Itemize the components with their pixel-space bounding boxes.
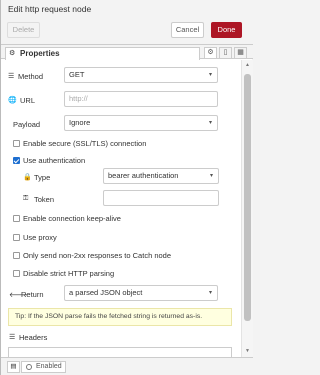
method-select[interactable]: GET ▾ [64, 67, 218, 83]
content-scrollbar[interactable]: ▲ ▼ [241, 60, 253, 357]
keep-alive-checkbox[interactable] [13, 215, 20, 222]
enable-secure-label: Enable secure (SSL/TLS) connection [23, 139, 147, 148]
chevron-down-icon: ▾ [209, 173, 213, 179]
enabled-toggle[interactable]: Enabled [21, 361, 66, 373]
method-label: Method [18, 72, 44, 81]
tray-footer: ▤ Enabled [1, 357, 253, 375]
token-label: Token [34, 195, 55, 204]
list-icon: ☰ [9, 334, 16, 341]
scroll-up-icon[interactable]: ▲ [244, 62, 251, 68]
keep-alive-label: Enable connection keep-alive [23, 214, 121, 223]
use-authentication-label: Use authentication [23, 156, 86, 165]
gear-icon: ⚙ [9, 50, 16, 57]
strict-parsing-label: Disable strict HTTP parsing [23, 269, 115, 278]
use-proxy-checkbox[interactable] [13, 234, 20, 241]
payload-label: Payload [13, 120, 41, 129]
non-2xx-checkbox[interactable] [13, 252, 20, 259]
enable-secure-checkbox[interactable] [13, 140, 20, 147]
done-button[interactable]: Done [211, 22, 242, 38]
headers-label: Headers [19, 333, 48, 342]
tray-title: Edit http request node [8, 4, 92, 14]
tabs-bar: ⚙ Properties ⚙ ▯ ▦ [1, 45, 253, 60]
auth-type-select[interactable]: bearer authentication ▾ [103, 168, 219, 184]
file-icon: ▯ [223, 49, 228, 56]
book-icon: ▤ [10, 363, 17, 370]
globe-icon: 🌐 [8, 97, 17, 104]
auth-type-value: bearer authentication [108, 171, 179, 180]
return-value: a parsed JSON object [69, 288, 143, 297]
tray-header: Edit http request node Delete Cancel Don… [1, 0, 253, 45]
use-proxy-label: Use proxy [23, 233, 57, 242]
node-help-button[interactable]: ▤ [7, 361, 20, 373]
appearance-tab-button[interactable]: ▦ [234, 47, 247, 59]
chevron-down-icon: ▾ [208, 120, 212, 126]
use-authentication-checkbox[interactable] [13, 157, 20, 164]
scroll-down-icon[interactable]: ▼ [244, 348, 251, 354]
cancel-button[interactable]: Cancel [171, 22, 204, 38]
return-select[interactable]: a parsed JSON object ▾ [64, 285, 218, 301]
edit-tray: Edit http request node Delete Cancel Don… [0, 0, 253, 375]
strict-parsing-checkbox[interactable] [13, 270, 20, 277]
circle-icon [26, 364, 32, 370]
auth-type-label: Type [34, 173, 51, 182]
enabled-label: Enabled [36, 363, 62, 370]
description-tab-button[interactable]: ▯ [219, 47, 232, 59]
url-input[interactable]: http:// [64, 91, 218, 107]
token-input[interactable] [103, 190, 219, 206]
key-icon: ⚿ [23, 195, 29, 202]
chevron-down-icon: ▾ [208, 290, 212, 296]
chevron-down-icon: ▾ [208, 72, 212, 78]
payload-select[interactable]: Ignore ▾ [64, 115, 218, 131]
scroll-thumb[interactable] [244, 74, 251, 321]
non-2xx-label: Only send non-2xx responses to Catch nod… [23, 251, 172, 260]
json-parse-tip: Tip: If the JSON parse fails the fetched… [8, 308, 232, 326]
settings-tab-button[interactable]: ⚙ [204, 47, 217, 59]
list-icon: ☰ [8, 73, 15, 80]
delete-button[interactable]: Delete [7, 22, 40, 38]
tab-properties[interactable]: ⚙ Properties [5, 47, 200, 60]
return-label: Return [21, 290, 44, 299]
url-label: URL [20, 96, 36, 105]
method-value: GET [69, 70, 85, 79]
lock-icon: 🔒 [23, 174, 32, 181]
tab-properties-label: Properties [20, 49, 60, 58]
payload-value: Ignore [69, 118, 91, 127]
url-placeholder: http:// [69, 94, 88, 103]
wrench-icon: ⚙ [207, 49, 214, 56]
table-icon: ▦ [237, 49, 244, 56]
